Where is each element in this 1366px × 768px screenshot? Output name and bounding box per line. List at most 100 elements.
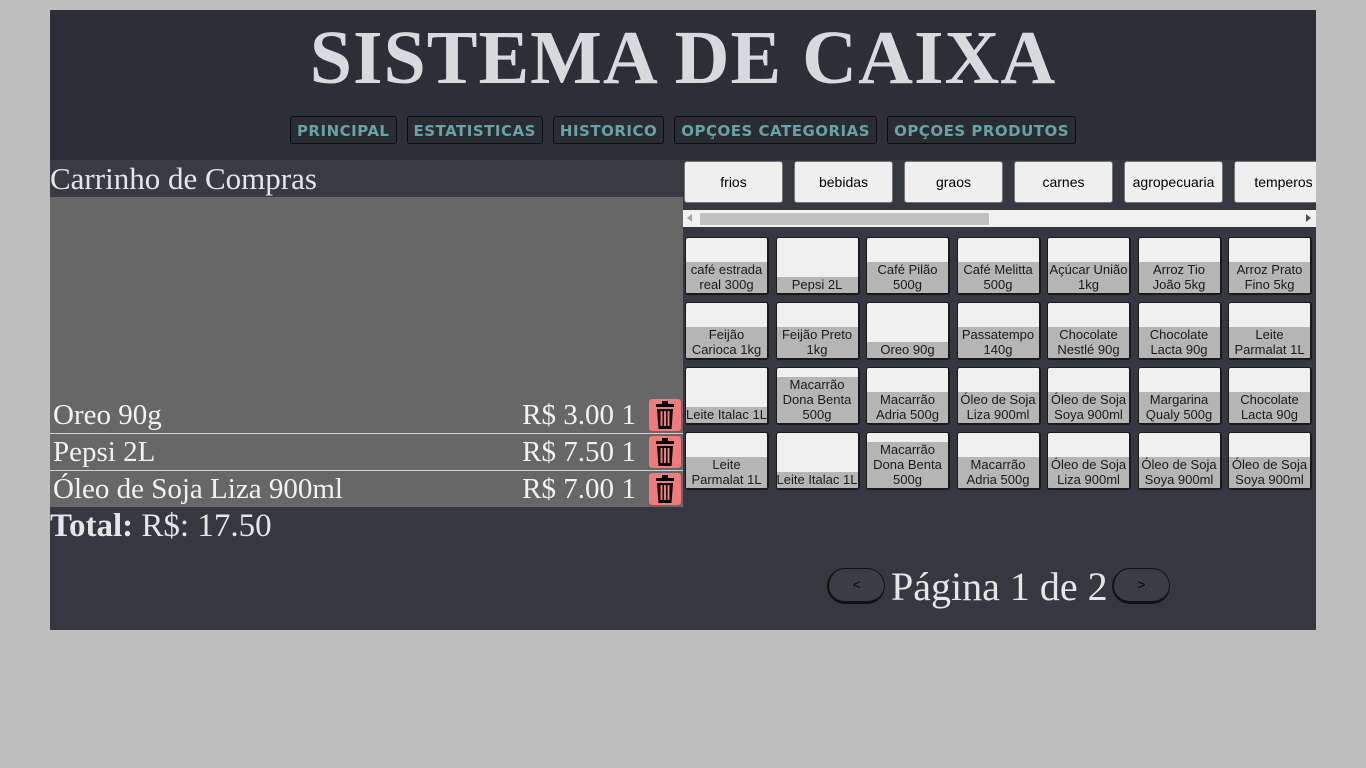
product-label: Leite Italac 1L xyxy=(686,407,767,423)
product-label: Feijão Preto 1kg xyxy=(776,327,858,358)
product-label: Leite Parmalat 1L xyxy=(1229,327,1310,358)
product-label: Café Pilão 500g xyxy=(867,262,948,293)
product-tile[interactable]: Macarrão Dona Benta 500g xyxy=(775,367,860,425)
product-label: Óleo de Soja Soya 900ml xyxy=(1048,392,1129,423)
category-button-graos[interactable]: graos xyxy=(904,161,1003,203)
product-label: Óleo de Soja Soya 900ml xyxy=(1138,457,1220,488)
cart-item-qty: 1 xyxy=(621,436,637,468)
main-nav: PRINCIPAL ESTATISTICAS HISTORICO OPÇOES … xyxy=(50,116,1316,144)
product-tile[interactable]: Açúcar União 1kg xyxy=(1047,237,1131,295)
cart-item-name: Oreo 90g xyxy=(53,399,162,431)
trash-icon[interactable] xyxy=(649,436,681,468)
category-button-carnes[interactable]: carnes xyxy=(1014,161,1113,203)
product-tile[interactable]: Margarina Qualy 500g xyxy=(1137,367,1222,425)
pagination: < Página 1 de 2 > xyxy=(827,566,1177,610)
total-value: R$: 17.50 xyxy=(133,508,272,544)
product-label: Macarrão Dona Benta 500g xyxy=(776,377,858,423)
product-tile[interactable]: Passatempo 140g xyxy=(956,302,1041,360)
nav-opcoes-produtos-button[interactable]: OPÇOES PRODUTOS xyxy=(887,116,1077,144)
nav-opcoes-categorias-button[interactable]: OPÇOES CATEGORIAS xyxy=(674,116,878,144)
app-window: SISTEMA DE CAIXA PRINCIPAL ESTATISTICAS … xyxy=(50,10,1316,630)
category-scrollbar[interactable] xyxy=(683,210,1316,227)
page-indicator: Página 1 de 2 xyxy=(891,564,1108,609)
product-label: Óleo de Soja Liza 900ml xyxy=(1048,457,1129,488)
category-button-bebidas[interactable]: bebidas xyxy=(794,161,893,203)
product-tile[interactable]: Leite Parmalat 1L xyxy=(1228,302,1312,360)
product-tile[interactable]: Leite Italac 1L xyxy=(775,432,860,490)
header: SISTEMA DE CAIXA PRINCIPAL ESTATISTICAS … xyxy=(50,10,1316,160)
product-tile[interactable]: Feijão Preto 1kg xyxy=(775,302,860,360)
category-button-temperos[interactable]: temperos xyxy=(1234,161,1316,203)
category-strip: frios bebidas graos carnes agropecuaria tempe… xyxy=(683,160,1316,240)
scroll-right-arrow-icon[interactable] xyxy=(1306,214,1311,222)
product-tile[interactable]: Café Pilão 500g xyxy=(866,237,950,295)
nav-historico-button[interactable]: HISTORICO xyxy=(552,116,665,144)
cart-item-price: R$ 7.50 xyxy=(522,436,614,468)
product-label: Óleo de Soja Soya 900ml xyxy=(1229,457,1310,488)
product-tile[interactable]: Feijão Carioca 1kg xyxy=(685,302,769,360)
cart-item-qty: 1 xyxy=(621,399,637,431)
cart-row: Óleo de Soja Liza 900ml R$ 7.00 1 xyxy=(50,470,683,507)
product-label: Oreo 90g xyxy=(867,342,948,358)
product-tile[interactable]: Macarrão Dona Benta 500g xyxy=(866,432,950,490)
cart-title: Carrinho de Compras xyxy=(50,160,683,197)
product-tile[interactable]: Chocolate Lacta 90g xyxy=(1228,367,1312,425)
nav-estatisticas-button[interactable]: ESTATISTICAS xyxy=(406,116,543,144)
product-label: Arroz Tio João 5kg xyxy=(1138,262,1220,293)
product-tile[interactable]: Óleo de Soja Liza 900ml xyxy=(956,367,1041,425)
product-label: Açúcar União 1kg xyxy=(1048,262,1129,293)
product-label: Passatempo 140g xyxy=(957,327,1039,358)
product-label: Óleo de Soja Liza 900ml xyxy=(957,392,1039,423)
product-tile[interactable]: Óleo de Soja Soya 900ml xyxy=(1137,432,1222,490)
scroll-thumb[interactable] xyxy=(700,213,989,225)
product-label: café estrada real 300g xyxy=(686,262,767,293)
product-tile[interactable]: Arroz Prato Fino 5kg xyxy=(1228,237,1312,295)
product-tile[interactable]: Café Melitta 500g xyxy=(956,237,1041,295)
cart-item-price: R$ 7.00 xyxy=(522,473,614,505)
product-tile[interactable]: Óleo de Soja Soya 900ml xyxy=(1047,367,1131,425)
product-tile[interactable]: Leite Italac 1L xyxy=(685,367,769,425)
product-tile[interactable]: Macarrão Adria 500g xyxy=(866,367,950,425)
product-tile[interactable]: Leite Parmalat 1L xyxy=(685,432,769,490)
trash-icon[interactable] xyxy=(649,399,681,431)
product-label: Café Melitta 500g xyxy=(957,262,1039,293)
product-label: Chocolate Lacta 90g xyxy=(1138,327,1220,358)
product-tile[interactable]: Oreo 90g xyxy=(866,302,950,360)
product-tile[interactable]: Óleo de Soja Liza 900ml xyxy=(1047,432,1131,490)
nav-principal-button[interactable]: PRINCIPAL xyxy=(289,116,397,144)
product-label: Arroz Prato Fino 5kg xyxy=(1229,262,1310,293)
category-button-agropecuaria[interactable]: agropecuaria xyxy=(1124,161,1223,203)
cart-item-name: Pepsi 2L xyxy=(53,436,156,468)
product-label: Chocolate Lacta 90g xyxy=(1229,392,1310,423)
product-label: Macarrão Adria 500g xyxy=(867,392,948,423)
scroll-left-arrow-icon[interactable] xyxy=(687,214,692,222)
app-title: SISTEMA DE CAIXA xyxy=(309,16,1057,100)
product-label: Chocolate Nestlé 90g xyxy=(1048,327,1129,358)
prev-page-button[interactable]: < xyxy=(827,568,885,604)
product-tile[interactable]: Macarrão Adria 500g xyxy=(956,432,1041,490)
product-label: Pepsi 2L xyxy=(776,277,858,293)
product-tile[interactable]: Chocolate Lacta 90g xyxy=(1137,302,1222,360)
product-label: Macarrão Adria 500g xyxy=(957,457,1039,488)
product-tile[interactable]: Arroz Tio João 5kg xyxy=(1137,237,1222,295)
cart-item-qty: 1 xyxy=(621,473,637,505)
product-tile[interactable]: Pepsi 2L xyxy=(775,237,860,295)
cart-item-price: R$ 3.00 xyxy=(522,399,614,431)
product-label: Leite Italac 1L xyxy=(776,472,858,488)
category-button-frios[interactable]: frios xyxy=(684,161,783,203)
cart-list: Oreo 90g R$ 3.00 1 Pepsi 2L R$ 7.50 1 Óleo de … xyxy=(50,397,683,507)
cart-item-name: Óleo de Soja Liza 900ml xyxy=(53,473,343,505)
total-label: Total: xyxy=(50,508,134,544)
product-label: Margarina Qualy 500g xyxy=(1138,392,1220,423)
trash-icon[interactable] xyxy=(649,473,681,505)
cart-row: Pepsi 2L R$ 7.50 1 xyxy=(50,433,683,470)
product-label: Leite Parmalat 1L xyxy=(686,457,767,488)
product-tile[interactable]: Chocolate Nestlé 90g xyxy=(1047,302,1131,360)
next-page-button[interactable]: > xyxy=(1112,568,1170,604)
cart-row: Oreo 90g R$ 3.00 1 xyxy=(50,397,683,433)
product-tile[interactable]: café estrada real 300g xyxy=(685,237,769,295)
product-tile[interactable]: Óleo de Soja Soya 900ml xyxy=(1228,432,1312,490)
product-label: Feijão Carioca 1kg xyxy=(686,327,767,358)
cart-panel: Oreo 90g R$ 3.00 1 Pepsi 2L R$ 7.50 1 Óleo de … xyxy=(50,197,683,507)
cart-total: Total: R$: 17.50 xyxy=(50,508,272,544)
